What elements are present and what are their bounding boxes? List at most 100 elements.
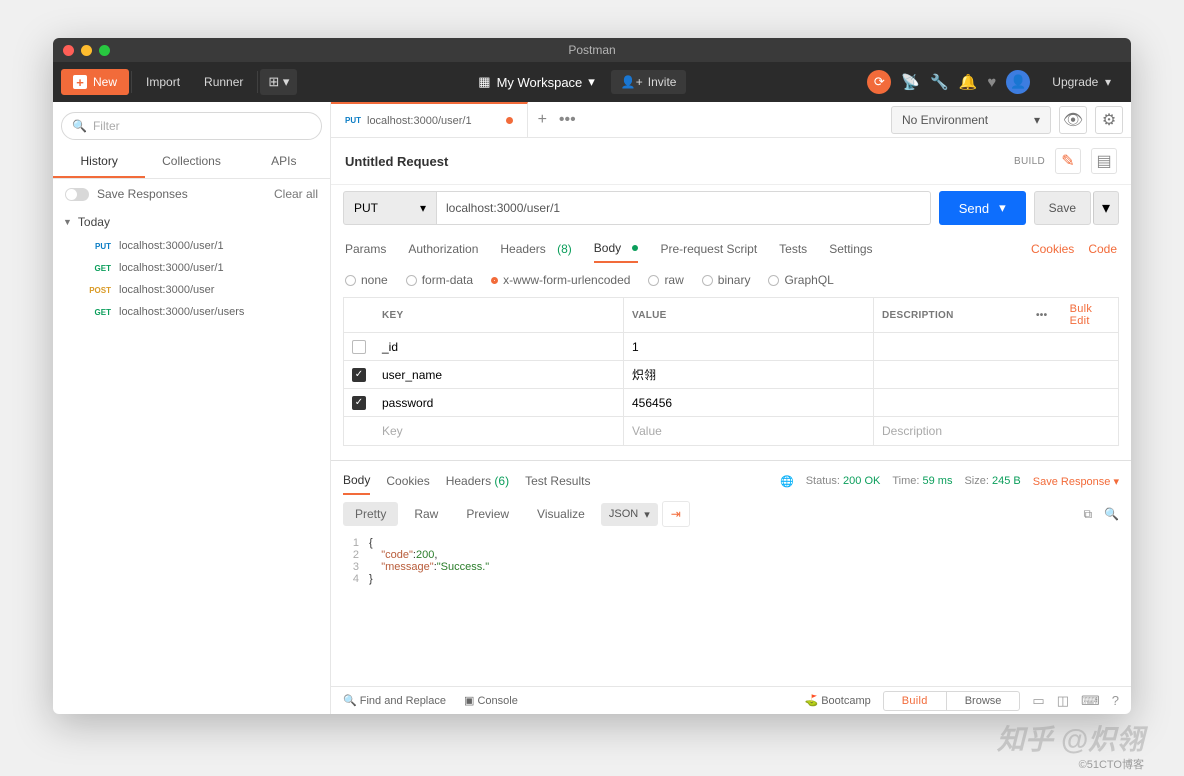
bootcamp-button[interactable]: ⛳ Bootcamp bbox=[804, 694, 870, 707]
bodytype-urlencoded[interactable]: x-www-form-urlencoded bbox=[491, 273, 630, 287]
resp-tab-body[interactable]: Body bbox=[343, 467, 370, 495]
save-responses-toggle[interactable] bbox=[65, 188, 89, 201]
capture-icon[interactable]: 📡 bbox=[901, 73, 920, 91]
wrap-lines-icon[interactable]: ⇥ bbox=[662, 501, 690, 527]
bodytype-none[interactable]: none bbox=[345, 273, 388, 287]
subtab-authorization[interactable]: Authorization bbox=[408, 236, 478, 262]
add-tab-button[interactable]: + bbox=[538, 111, 547, 129]
new-button[interactable]: +New bbox=[61, 69, 129, 95]
fmt-pretty[interactable]: Pretty bbox=[343, 502, 398, 526]
window-minimize[interactable] bbox=[81, 45, 92, 56]
heart-icon[interactable]: ♥ bbox=[987, 74, 996, 91]
history-item[interactable]: GETlocalhost:3000/user/1 bbox=[53, 257, 330, 279]
window-close[interactable] bbox=[63, 45, 74, 56]
keyboard-icon[interactable]: ⌨ bbox=[1081, 693, 1100, 709]
method-selector[interactable]: PUT▾ bbox=[343, 191, 437, 225]
workspace-selector[interactable]: ▦My Workspace▾ bbox=[478, 74, 595, 90]
comments-icon[interactable]: ✎ bbox=[1055, 148, 1081, 174]
request-tab[interactable]: PUT localhost:3000/user/1 bbox=[331, 102, 528, 137]
sidebar: 🔍Filter History Collections APIs Save Re… bbox=[53, 102, 331, 714]
subtab-params[interactable]: Params bbox=[345, 236, 386, 262]
subtab-prerequest[interactable]: Pre-request Script bbox=[660, 236, 757, 262]
status-value: 200 OK bbox=[843, 475, 880, 487]
url-input[interactable]: localhost:3000/user/1 bbox=[436, 191, 931, 225]
tab-apis[interactable]: APIs bbox=[238, 146, 330, 178]
table-row[interactable]: ✓ user_name 炽翎 bbox=[344, 361, 1118, 389]
search-response-icon[interactable]: 🔍 bbox=[1104, 507, 1119, 522]
table-row[interactable]: ✓ password 456456 bbox=[344, 389, 1118, 417]
row-options-icon[interactable]: ••• bbox=[1036, 310, 1047, 321]
mode-build[interactable]: Build bbox=[884, 692, 946, 710]
import-button[interactable]: Import bbox=[134, 69, 192, 95]
upgrade-button[interactable]: Upgrade ▾ bbox=[1040, 69, 1123, 95]
bodytype-binary[interactable]: binary bbox=[702, 273, 751, 287]
row-checkbox[interactable] bbox=[352, 340, 366, 354]
request-title[interactable]: Untitled Request bbox=[345, 154, 448, 169]
toolbar: +New Import Runner ⊞ ▾ ▦My Workspace▾ 👤+… bbox=[53, 62, 1131, 102]
cookies-link[interactable]: Cookies bbox=[1031, 242, 1074, 256]
help-icon[interactable]: ? bbox=[1112, 693, 1119, 708]
bodytype-form-data[interactable]: form-data bbox=[406, 273, 473, 287]
pane-single-icon[interactable]: ▭ bbox=[1032, 693, 1044, 709]
format-selector[interactable]: JSON▾ bbox=[601, 503, 658, 526]
col-key: KEY bbox=[374, 298, 624, 332]
sync-icon[interactable]: ⟳ bbox=[867, 70, 891, 94]
copy-icon[interactable]: ⧉ bbox=[1083, 507, 1092, 522]
tab-collections[interactable]: Collections bbox=[145, 146, 237, 178]
avatar[interactable]: 👤 bbox=[1006, 70, 1030, 94]
find-replace-button[interactable]: 🔍 Find and Replace bbox=[343, 694, 446, 707]
env-preview-icon[interactable]: 👁 bbox=[1059, 106, 1087, 134]
settings-wrench-icon[interactable]: 🔧 bbox=[930, 73, 949, 91]
mode-browse[interactable]: Browse bbox=[946, 692, 1020, 710]
save-button[interactable]: Save bbox=[1034, 191, 1091, 225]
pane-split-icon[interactable]: ◫ bbox=[1057, 693, 1069, 709]
send-button[interactable]: Send▾ bbox=[939, 191, 1026, 225]
window-menu[interactable]: ⊞ ▾ bbox=[260, 69, 297, 95]
invite-button[interactable]: 👤+Invite bbox=[611, 70, 687, 94]
subtab-tests[interactable]: Tests bbox=[779, 236, 807, 262]
time-value: 59 ms bbox=[923, 475, 953, 487]
bulk-edit-button[interactable]: Bulk Edit bbox=[1070, 303, 1110, 327]
col-description: DESCRIPTION bbox=[874, 298, 1028, 332]
history-item[interactable]: POSTlocalhost:3000/user bbox=[53, 279, 330, 301]
tab-options-button[interactable]: ••• bbox=[559, 111, 576, 129]
history-item[interactable]: GETlocalhost:3000/user/users bbox=[53, 301, 330, 323]
save-dropdown[interactable]: ▾ bbox=[1093, 191, 1119, 225]
search-icon: 🔍 bbox=[72, 119, 87, 133]
subtab-body[interactable]: Body bbox=[594, 235, 639, 263]
globe-icon[interactable]: 🌐 bbox=[780, 475, 794, 488]
table-row[interactable]: _id 1 bbox=[344, 333, 1118, 361]
subtab-settings[interactable]: Settings bbox=[829, 236, 872, 262]
titlebar: Postman bbox=[53, 38, 1131, 62]
fmt-preview[interactable]: Preview bbox=[454, 502, 521, 526]
save-response-button[interactable]: Save Response ▾ bbox=[1033, 475, 1119, 488]
window-title: Postman bbox=[568, 43, 615, 57]
resp-tab-cookies[interactable]: Cookies bbox=[386, 468, 429, 494]
clear-all-button[interactable]: Clear all bbox=[274, 187, 318, 201]
history-group-today[interactable]: ▼Today bbox=[53, 209, 330, 235]
response-body[interactable]: 1{ 2 "code": 200, 3 "message": "Success.… bbox=[331, 533, 1131, 686]
window-maximize[interactable] bbox=[99, 45, 110, 56]
bodytype-raw[interactable]: raw bbox=[648, 273, 683, 287]
env-settings-icon[interactable]: ⚙ bbox=[1095, 106, 1123, 134]
subtab-headers[interactable]: Headers (8) bbox=[500, 236, 571, 262]
panel-icon[interactable]: ▤ bbox=[1091, 148, 1117, 174]
fmt-raw[interactable]: Raw bbox=[402, 502, 450, 526]
bodytype-graphql[interactable]: GraphQL bbox=[768, 273, 833, 287]
tab-history[interactable]: History bbox=[53, 146, 145, 178]
row-checkbox[interactable]: ✓ bbox=[352, 368, 366, 382]
statusbar: 🔍 Find and Replace ▣ Console ⛳ Bootcamp … bbox=[331, 686, 1131, 714]
modified-indicator bbox=[506, 117, 513, 124]
console-button[interactable]: ▣ Console bbox=[464, 694, 518, 707]
runner-button[interactable]: Runner bbox=[192, 69, 255, 95]
environment-selector[interactable]: No Environment▾ bbox=[891, 106, 1051, 134]
history-item[interactable]: PUTlocalhost:3000/user/1 bbox=[53, 235, 330, 257]
table-row-new[interactable]: Key Value Description bbox=[344, 417, 1118, 445]
row-checkbox[interactable]: ✓ bbox=[352, 396, 366, 410]
resp-tab-tests[interactable]: Test Results bbox=[525, 468, 590, 494]
notifications-icon[interactable]: 🔔 bbox=[959, 73, 978, 91]
code-link[interactable]: Code bbox=[1088, 242, 1117, 256]
filter-input[interactable]: 🔍Filter bbox=[61, 112, 322, 140]
fmt-visualize[interactable]: Visualize bbox=[525, 502, 597, 526]
resp-tab-headers[interactable]: Headers (6) bbox=[446, 468, 509, 494]
